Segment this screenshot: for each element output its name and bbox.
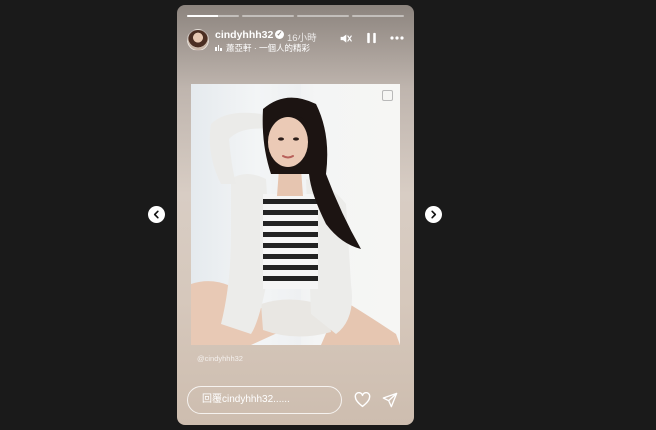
heart-icon <box>354 392 370 408</box>
multi-photo-icon <box>382 90 393 101</box>
progress-segment <box>242 15 294 17</box>
music-bars-icon <box>215 45 222 51</box>
music-title: 蕭亞軒 · 一個人的精彩 <box>226 43 311 53</box>
username[interactable]: cindyhhh32 <box>215 29 273 41</box>
previous-story-button[interactable] <box>148 206 165 223</box>
chevron-left-icon <box>153 210 159 219</box>
progress-segment <box>297 15 349 17</box>
verified-badge-icon: ✓ <box>275 30 284 39</box>
photo-watermark: @cindyhhh32 <box>197 354 243 363</box>
story-photo <box>191 84 400 345</box>
pause-icon[interactable] <box>364 31 378 45</box>
reply-input[interactable]: 回覆cindyhhh32...... <box>187 386 342 414</box>
progress-segment <box>187 15 239 17</box>
story-card[interactable]: cindyhhh32 ✓ 16小時 蕭亞軒 · 一個人的精彩 @cindyhhh… <box>177 5 414 425</box>
photo-subject <box>191 97 400 345</box>
like-button[interactable] <box>353 391 371 409</box>
story-header: cindyhhh32 ✓ 16小時 蕭亞軒 · 一個人的精彩 <box>187 27 404 59</box>
paper-plane-icon <box>382 392 398 408</box>
more-dots-icon[interactable] <box>390 31 404 45</box>
avatar[interactable] <box>187 29 209 51</box>
music-label[interactable]: 蕭亞軒 · 一個人的精彩 <box>215 42 310 54</box>
speaker-muted-icon[interactable] <box>338 31 352 45</box>
progress-segment <box>352 15 404 17</box>
story-viewer: cindyhhh32 ✓ 16小時 蕭亞軒 · 一個人的精彩 @cindyhhh… <box>0 0 656 430</box>
header-controls <box>338 31 404 45</box>
story-progress-bar <box>187 15 404 17</box>
chevron-right-icon <box>431 210 437 219</box>
share-button[interactable] <box>381 391 399 409</box>
next-story-button[interactable] <box>425 206 442 223</box>
